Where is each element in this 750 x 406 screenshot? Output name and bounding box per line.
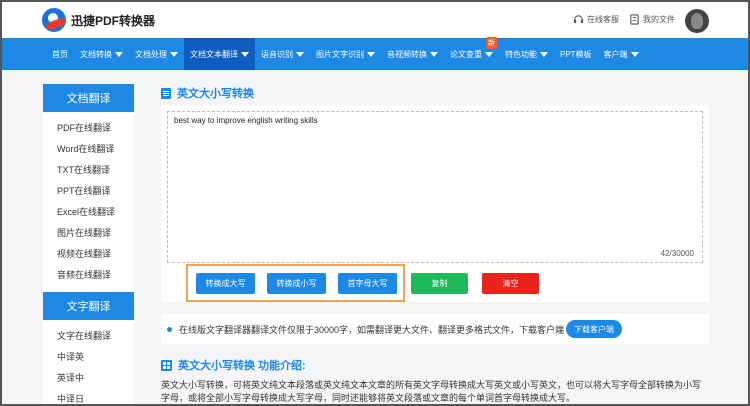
nav-item-0[interactable]: 首页: [46, 38, 74, 70]
nav-item-label: 文档转换: [80, 49, 112, 59]
sidebar-item[interactable]: 视频在线翻译: [57, 244, 134, 265]
nav-item-7[interactable]: 论文查重新: [444, 37, 499, 70]
sidebar-item[interactable]: 图片在线翻译: [57, 223, 134, 244]
my-files-label: 我的文件: [643, 15, 675, 24]
nav-item-10[interactable]: 客户端: [598, 38, 645, 70]
nav-item-label: 文档文本翻译: [190, 49, 238, 59]
headset-icon: [573, 15, 584, 24]
page-title-text: 英文大小写转换: [177, 88, 254, 100]
intro-heading: 英文大小写转换 功能介绍:: [161, 357, 306, 373]
text-input-value: best way to improve english writing skil…: [174, 116, 318, 125]
nav-item-9[interactable]: PPT模板: [554, 38, 598, 70]
sidebar-item[interactable]: 音频在线翻译: [57, 265, 134, 286]
intro-text: 英文大小写转换，可将英文纯文本段落或英文纯文本文章的所有英文字母转换成大写英文或…: [161, 380, 702, 403]
nav-item-label: 图片文字识别: [316, 49, 364, 59]
to-uppercase-button[interactable]: 转换成大写: [196, 273, 255, 294]
chevron-down-icon: [367, 51, 375, 57]
nav-item-label: PPT模板: [560, 49, 592, 59]
chevron-down-icon: [115, 51, 123, 57]
nav-item-label: 语音识别: [261, 49, 293, 59]
nav-item-label: 首页: [52, 49, 68, 59]
to-lowercase-button[interactable]: 转换成小写: [267, 273, 326, 294]
chevron-down-icon: [430, 51, 438, 57]
nav-item-label: 音视频转换: [387, 49, 427, 59]
chevron-down-icon: [485, 51, 493, 57]
my-files-link[interactable]: 我的文件: [629, 14, 675, 25]
text-input-area[interactable]: best way to improve english writing skil…: [167, 111, 703, 263]
page-frame: 迅捷PDF转换器 在线客服 我的文件 首页 文档转换 文档处理 文档文本翻译 语音识别图…: [0, 0, 750, 406]
sidebar-item[interactable]: 文字在线翻译: [57, 326, 134, 347]
nav-item-4[interactable]: 语音识别: [255, 38, 310, 70]
top-bar: 迅捷PDF转换器 在线客服 我的文件: [2, 2, 748, 38]
chevron-down-icon: [241, 51, 249, 57]
info-bar: 在线版文字翻译器翻译文件仅限于30000字，如需翻译更大文件、翻译更多格式文件，…: [161, 314, 709, 344]
sidebar-list-doc-translate: PDF在线翻译 Word在线翻译 TXT在线翻译 PPT在线翻译 Excel在线翻译 图片…: [43, 112, 134, 292]
bullet-dot: [167, 326, 172, 332]
nav-item-label: 客户端: [603, 49, 628, 59]
case-button-group: 转换成大写 转换成小写 首字母大写: [186, 264, 405, 302]
customer-service-link[interactable]: 在线客服: [573, 14, 619, 25]
page-title: 英文大小写转换: [161, 85, 254, 101]
chevron-down-icon: [540, 51, 548, 57]
nav-item-6[interactable]: 音视频转换: [381, 38, 444, 70]
nav-item-3[interactable]: 文档文本翻译: [184, 38, 255, 70]
logo-icon[interactable]: [42, 8, 66, 32]
brand-name[interactable]: 迅捷PDF转换器: [71, 12, 155, 29]
sidebar-heading-text-translate: 文字翻译: [43, 292, 134, 320]
sidebar-item[interactable]: PPT在线翻译: [57, 181, 134, 202]
sidebar-item[interactable]: TXT在线翻译: [57, 160, 134, 181]
copy-button[interactable]: 复制: [411, 273, 468, 294]
sidebar-item[interactable]: Excel在线翻译: [57, 202, 134, 223]
document-icon: [630, 14, 639, 25]
sidebar-item[interactable]: PDF在线翻译: [57, 118, 134, 139]
converter-card: best way to improve english writing skil…: [161, 105, 709, 302]
nav-item-label: 文档处理: [135, 49, 167, 59]
sidebar-item[interactable]: Word在线翻译: [57, 139, 134, 160]
chevron-down-icon: [170, 51, 178, 57]
download-client-button[interactable]: 下载客户端: [566, 320, 623, 338]
chevron-down-icon: [296, 51, 304, 57]
sidebar-item[interactable]: 中译日: [57, 389, 134, 404]
sidebar: 文档翻译 PDF在线翻译 Word在线翻译 TXT在线翻译 PPT在线翻译 Excel在…: [43, 84, 134, 404]
main-nav: 首页 文档转换 文档处理 文档文本翻译 语音识别 图片文字识别 音视频转换 论文查重新特色功能…: [2, 37, 748, 70]
nav-item-8[interactable]: 特色功能: [499, 38, 554, 70]
grid-icon: [161, 359, 172, 371]
info-text: 在线版文字翻译器翻译文件仅限于30000字，如需翻译更大文件、翻译更多格式文件，…: [179, 324, 565, 335]
intro-heading-text: 英文大小写转换 功能介绍:: [178, 360, 306, 372]
nav-item-5[interactable]: 图片文字识别: [310, 38, 381, 70]
nav-item-1[interactable]: 文档转换: [74, 38, 129, 70]
sidebar-list-text-translate: 文字在线翻译 中译英 英译中 中译日: [43, 320, 134, 404]
capitalize-button[interactable]: 首字母大写: [338, 273, 397, 294]
sidebar-heading-doc-translate: 文档翻译: [43, 84, 134, 112]
avatar[interactable]: [685, 9, 709, 33]
nav-item-label: 论文查重: [450, 49, 482, 59]
sidebar-item[interactable]: 中译英: [57, 347, 134, 368]
char-counter: 42/30000: [660, 249, 694, 258]
new-badge: 新: [486, 37, 497, 49]
clear-button[interactable]: 清空: [482, 273, 539, 294]
nav-item-label: 特色功能: [505, 49, 537, 59]
nav-item-2[interactable]: 文档处理: [129, 38, 184, 70]
sidebar-item[interactable]: 英译中: [57, 368, 134, 389]
document-icon: [161, 87, 171, 99]
chevron-down-icon: [630, 51, 639, 57]
customer-service-label: 在线客服: [587, 15, 619, 24]
